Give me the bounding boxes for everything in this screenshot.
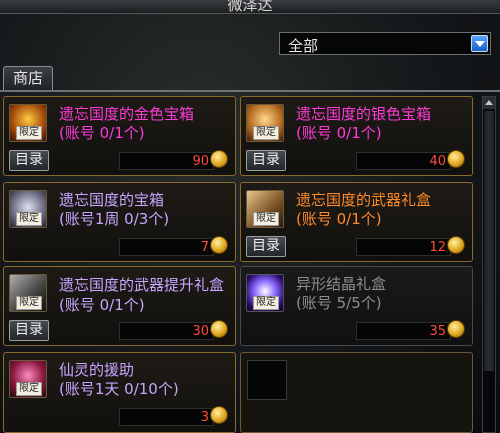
- gold-chest-icon: 限定: [9, 104, 47, 142]
- catalog-button[interactable]: 目录: [9, 320, 49, 341]
- catalog-button[interactable]: 目录: [9, 150, 49, 171]
- limited-badge: 限定: [253, 126, 279, 140]
- shop-item-card[interactable]: 限定 遗忘国度的金色宝箱 (账号 0/1个) 目录 90: [3, 96, 236, 176]
- item-purchase-limit: (账号 5/5个): [296, 294, 382, 312]
- shop-item-card[interactable]: 限定 异形结晶礼盒 (账号 5/5个) 35: [240, 266, 473, 346]
- price-value: 7: [200, 240, 209, 255]
- coin-icon: [447, 150, 465, 168]
- weapon-upgrade-box-icon: 限定: [9, 274, 47, 312]
- vertical-scrollbar[interactable]: [482, 96, 496, 433]
- item-name: 遗忘国度的武器礼盒: [296, 191, 432, 209]
- item-price: 40: [356, 152, 451, 170]
- item-purchase-limit: (账号1天 0/10个): [59, 380, 179, 398]
- coin-icon: [210, 150, 228, 168]
- fairy-aid-icon: 限定: [9, 360, 47, 398]
- tab-shop[interactable]: 商店: [3, 66, 53, 91]
- chevron-down-icon[interactable]: [471, 35, 488, 52]
- price-value: 90: [192, 154, 209, 169]
- shop-item-card[interactable]: 限定 遗忘国度的银色宝箱 (账号 0/1个) 目录 40: [240, 96, 473, 176]
- item-name: 遗忘国度的金色宝箱: [59, 105, 195, 123]
- price-value: 12: [429, 240, 446, 255]
- item-price: 7: [119, 238, 214, 256]
- item-name: 遗忘国度的银色宝箱: [296, 105, 432, 123]
- weapon-box-icon: 限定: [246, 190, 284, 228]
- chest-icon: 限定: [9, 190, 47, 228]
- limited-badge: 限定: [16, 382, 42, 396]
- coin-icon: [210, 320, 228, 338]
- limited-badge: 限定: [16, 296, 42, 310]
- item-price: 90: [119, 152, 214, 170]
- crystal-box-icon: 限定: [246, 274, 284, 312]
- item-purchase-limit: (账号 0/1个): [296, 124, 382, 142]
- item-price: 3: [119, 408, 214, 426]
- scrollbar-thumb[interactable]: [484, 111, 494, 371]
- item-price: 35: [356, 322, 451, 340]
- limited-badge: 限定: [16, 126, 42, 140]
- shop-item-card[interactable]: 限定 遗忘国度的宝箱 (账号1周 0/3个) 7: [3, 182, 236, 262]
- filter-selected-value: 全部: [288, 37, 319, 55]
- price-value: 35: [429, 324, 446, 339]
- window-title: 微泽达: [227, 0, 273, 14]
- limited-badge: 限定: [253, 212, 279, 226]
- tab-divider: [0, 90, 500, 92]
- item-name: 异形结晶礼盒: [296, 275, 387, 293]
- shop-item-card[interactable]: 限定 遗忘国度的武器礼盒 (账号 0/1个) 目录 12: [240, 182, 473, 262]
- empty-item-slot: [240, 352, 473, 433]
- item-name: 遗忘国度的武器提升礼盒(账号 0/1个): [59, 276, 225, 314]
- category-filter-dropdown[interactable]: 全部: [279, 32, 491, 55]
- coin-icon: [210, 406, 228, 424]
- shop-item-card[interactable]: 限定 仙灵的援助 (账号1天 0/10个) 3: [3, 352, 236, 433]
- empty-icon-slot: [247, 360, 287, 400]
- item-purchase-limit: (账号1周 0/3个): [59, 210, 170, 228]
- coin-icon: [210, 236, 228, 254]
- catalog-button[interactable]: 目录: [246, 150, 286, 171]
- item-name: 仙灵的援助: [59, 361, 135, 379]
- scroll-up-arrow-icon[interactable]: [483, 97, 495, 109]
- price-value: 3: [200, 410, 209, 425]
- item-purchase-limit: (账号 0/1个): [296, 210, 382, 228]
- price-value: 30: [192, 324, 209, 339]
- shop-item-card[interactable]: 限定 遗忘国度的武器提升礼盒(账号 0/1个) 目录 30: [3, 266, 236, 346]
- window-titlebar[interactable]: 微泽达: [0, 0, 500, 14]
- limited-badge: 限定: [253, 296, 279, 310]
- item-price: 12: [356, 238, 451, 256]
- price-value: 40: [429, 154, 446, 169]
- catalog-button[interactable]: 目录: [246, 236, 286, 257]
- limited-badge: 限定: [16, 212, 42, 226]
- coin-icon: [447, 320, 465, 338]
- item-name: 遗忘国度的宝箱: [59, 191, 165, 209]
- coin-icon: [447, 236, 465, 254]
- silver-chest-icon: 限定: [246, 104, 284, 142]
- item-price: 30: [119, 322, 214, 340]
- item-purchase-limit: (账号 0/1个): [59, 124, 145, 142]
